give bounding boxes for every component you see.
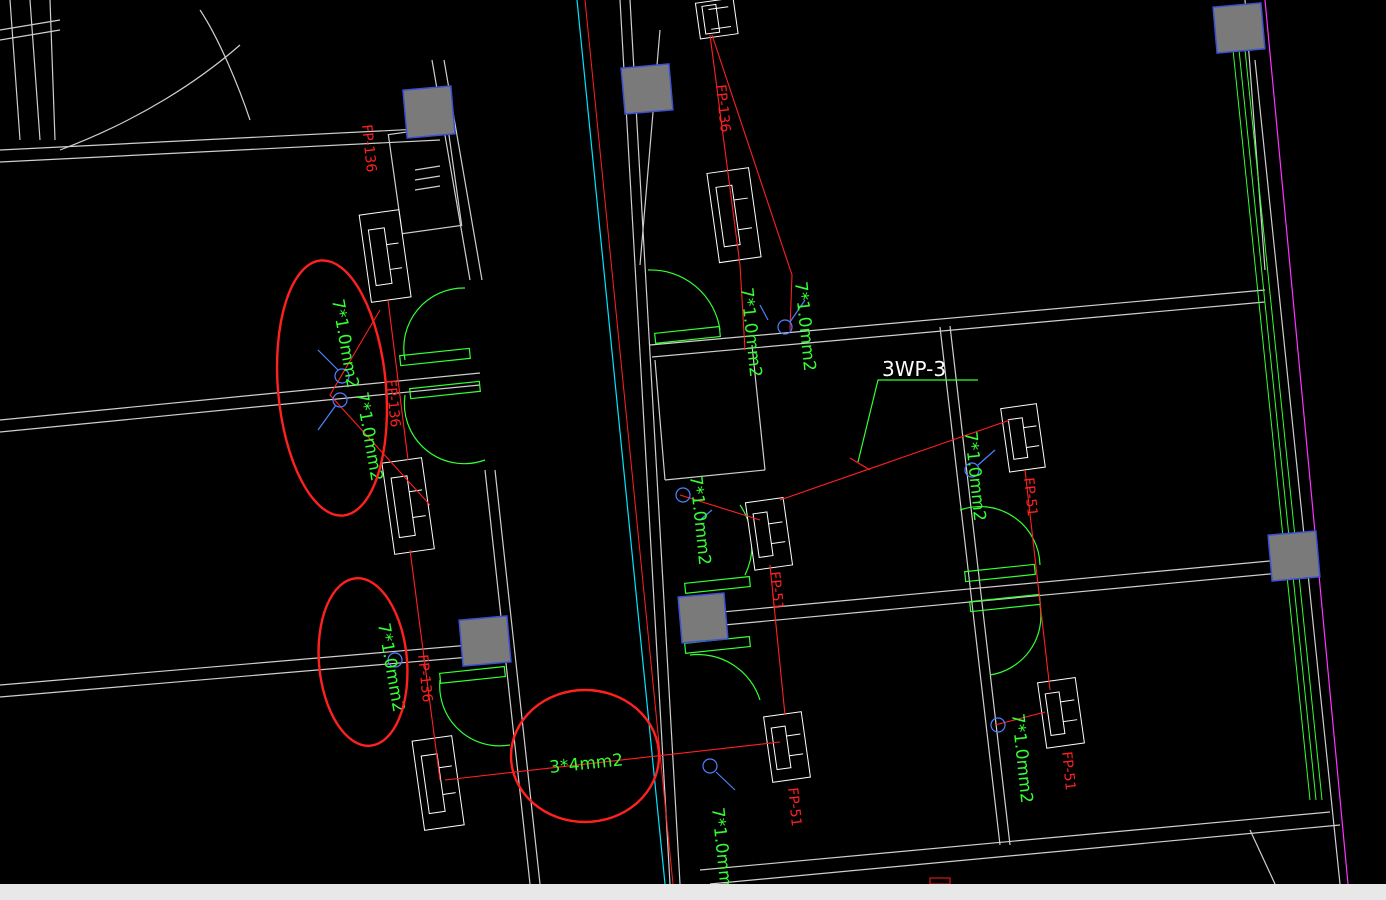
cable-label: 7*1.0mm2 <box>685 474 714 566</box>
structural-columns <box>402 2 1321 667</box>
cad-drawing-canvas[interactable]: 3WP-3 7*1.0mm2 7*1.0mm2 7*1.0mm2 3*4mm2 … <box>0 0 1386 898</box>
cable-label: 7*1.0mm2 <box>351 390 386 482</box>
status-bar <box>0 884 1386 900</box>
walls <box>0 0 1341 885</box>
device <box>381 457 435 555</box>
panel-tag-label: 3WP-3 <box>882 357 946 381</box>
cable-label: 3*4mm2 <box>548 750 624 778</box>
column <box>458 615 512 667</box>
column <box>1267 530 1321 582</box>
device <box>744 496 794 571</box>
curtain-wall <box>1231 39 1323 801</box>
device <box>694 0 739 40</box>
circuit-label: FP-51 <box>1058 751 1078 792</box>
circuit-label: FP-51 <box>766 571 786 612</box>
device <box>411 735 465 831</box>
circuit-label: FP-136 <box>712 84 733 133</box>
device <box>763 711 811 783</box>
cable-label: 7*1.0mm2 <box>707 806 736 884</box>
column <box>402 85 456 139</box>
wiring <box>329 34 1051 781</box>
floor-plan-svg: 3WP-3 7*1.0mm2 7*1.0mm2 7*1.0mm2 3*4mm2 … <box>0 0 1349 898</box>
cable-label: 7*1.0mm2 <box>790 280 819 372</box>
column <box>677 592 729 644</box>
cable-label: 7*1.0mm2 <box>327 297 362 389</box>
device <box>1037 676 1085 749</box>
device <box>358 209 412 303</box>
column <box>1212 2 1266 54</box>
circuit-label: FP-51 <box>784 787 804 828</box>
highlight-markups <box>275 259 661 824</box>
column <box>620 63 674 115</box>
cable-label: 7*1.0mm2 <box>1007 712 1036 804</box>
circuit-label: FP-51 <box>1020 477 1040 518</box>
device <box>1000 403 1046 473</box>
panel-leader <box>857 379 978 463</box>
circuit-label: FP-136 <box>414 654 435 703</box>
cable-label: 7*1.0mm2 <box>736 286 765 378</box>
